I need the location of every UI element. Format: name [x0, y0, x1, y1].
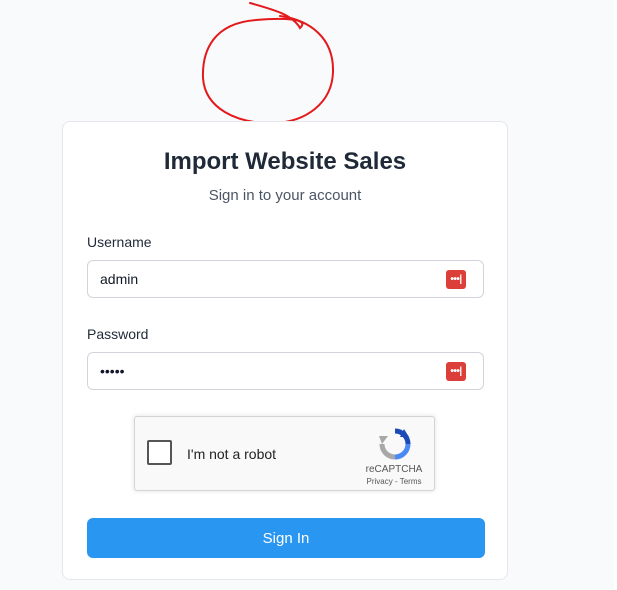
recaptcha-links[interactable]: Privacy - Terms	[357, 477, 431, 486]
recaptcha-widget: I'm not a robot reCAPTCHA Privacy - Term…	[134, 416, 435, 491]
page-title: Import Website Sales	[163, 148, 407, 175]
password-input[interactable]	[88, 353, 428, 389]
username-input[interactable]	[88, 261, 428, 297]
page-subtitle: Sign in to your account	[208, 187, 362, 204]
login-card: Import Website Sales Sign in to your acc…	[62, 121, 508, 580]
password-label: Password	[87, 326, 149, 342]
recaptcha-logo-icon	[379, 428, 411, 460]
recaptcha-checkbox[interactable]	[147, 440, 172, 465]
username-field-wrapper: •••|	[87, 260, 484, 298]
username-label: Username	[87, 234, 152, 250]
password-field-wrapper: •••|	[87, 352, 484, 390]
password-manager-icon[interactable]: •••|	[446, 362, 466, 381]
red-circle-annotation	[201, 2, 335, 125]
recaptcha-label: I'm not a robot	[187, 446, 277, 462]
password-manager-icon[interactable]: •••|	[446, 270, 466, 289]
sign-in-button[interactable]: Sign In	[87, 518, 485, 558]
recaptcha-brand: reCAPTCHA	[365, 464, 423, 475]
